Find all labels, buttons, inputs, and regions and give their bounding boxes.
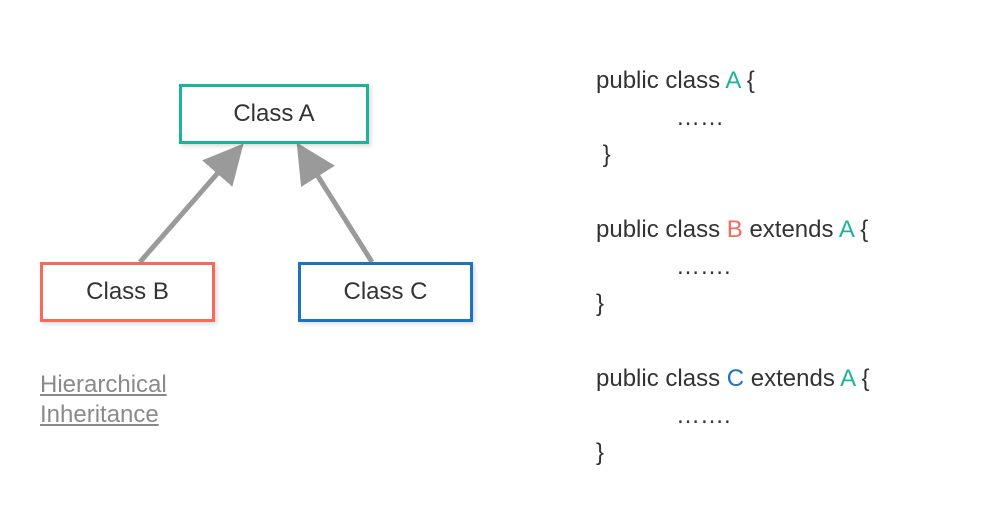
brace-close: } bbox=[596, 439, 604, 466]
code-class-a-body: …… bbox=[596, 99, 870, 136]
class-c-name: C bbox=[727, 365, 744, 392]
class-c-box: Class C bbox=[298, 262, 473, 322]
arrow-b-to-a bbox=[140, 151, 237, 262]
code-class-c-body: ……. bbox=[596, 397, 870, 434]
brace-close: } bbox=[596, 290, 604, 317]
brace-close: } bbox=[603, 141, 611, 168]
arrow-c-to-a bbox=[302, 151, 372, 262]
code-class-a-decl: public class A { bbox=[596, 62, 870, 99]
class-b-box: Class B bbox=[40, 262, 215, 322]
class-c-label: Class C bbox=[343, 278, 427, 306]
kw-class: class bbox=[665, 365, 720, 392]
class-a-name: A bbox=[839, 216, 854, 243]
diagram-caption: Hierarchical Inheritance bbox=[40, 370, 167, 430]
code-class-b-decl: public class B extends A { bbox=[596, 211, 870, 248]
kw-public: public bbox=[596, 365, 659, 392]
ellipsis: ……. bbox=[676, 402, 731, 429]
brace-open: { bbox=[860, 216, 868, 243]
class-a-label: Class A bbox=[233, 100, 314, 128]
code-class-b-body: ……. bbox=[596, 248, 870, 285]
kw-public: public bbox=[596, 216, 659, 243]
code-class-a-close: } bbox=[596, 136, 870, 173]
kw-extends: extends bbox=[751, 365, 835, 392]
kw-class: class bbox=[665, 67, 720, 94]
class-a-box: Class A bbox=[179, 84, 369, 144]
ellipsis: …… bbox=[676, 104, 724, 131]
brace-open: { bbox=[747, 67, 755, 94]
code-class-c-decl: public class C extends A { bbox=[596, 360, 870, 397]
caption-line-2: Inheritance bbox=[40, 400, 167, 430]
code-blank-1 bbox=[596, 174, 870, 211]
class-b-label: Class B bbox=[86, 278, 169, 306]
caption-line-1: Hierarchical bbox=[40, 370, 167, 400]
kw-class: class bbox=[665, 216, 720, 243]
class-a-name: A bbox=[725, 67, 740, 94]
kw-extends: extends bbox=[749, 216, 833, 243]
class-b-name: B bbox=[727, 216, 743, 243]
code-class-b-close: } bbox=[596, 285, 870, 322]
brace-open: { bbox=[862, 365, 870, 392]
diagram-canvas: Class A Class B Class C Hierarchical Inh… bbox=[0, 0, 1006, 506]
code-blank-2 bbox=[596, 322, 870, 359]
kw-public: public bbox=[596, 67, 659, 94]
class-a-name: A bbox=[840, 365, 855, 392]
ellipsis: ……. bbox=[676, 253, 731, 280]
code-class-c-close: } bbox=[596, 434, 870, 471]
code-block: public class A { …… } public class B ext… bbox=[596, 62, 870, 471]
